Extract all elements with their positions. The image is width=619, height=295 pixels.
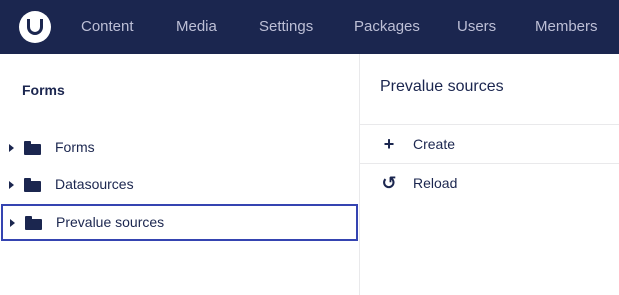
actions-menu-title: Prevalue sources: [380, 78, 504, 95]
expand-caret-icon[interactable]: [9, 143, 14, 152]
create-action[interactable]: + Create: [360, 125, 619, 163]
tree-item-label: Forms: [55, 139, 95, 155]
tree-root-title[interactable]: Forms: [22, 82, 65, 98]
nav-item-settings[interactable]: Settings: [259, 0, 313, 54]
top-navigation-bar: Content Media Settings Packages Users Me…: [0, 0, 619, 54]
plus-icon: +: [383, 134, 395, 154]
nav-item-users[interactable]: Users: [457, 0, 496, 54]
tree-item-forms[interactable]: Forms: [0, 129, 360, 166]
nav-item-packages[interactable]: Packages: [354, 0, 420, 54]
umbraco-logo-icon[interactable]: [19, 11, 51, 43]
tree-item-prevalue-sources[interactable]: Prevalue sources: [1, 204, 358, 241]
tree-item-label: Datasources: [55, 176, 134, 192]
nav-item-content[interactable]: Content: [81, 0, 134, 54]
nav-item-media[interactable]: Media: [176, 0, 217, 54]
expand-caret-icon[interactable]: [9, 180, 14, 189]
nav-item-members[interactable]: Members: [535, 0, 598, 54]
folder-icon: [24, 140, 41, 155]
folder-icon: [24, 177, 41, 192]
actions-menu: Prevalue sources + Create ↺ Reload: [360, 54, 619, 295]
section-tree: Forms Forms Datasources Prevalue sources: [0, 54, 360, 295]
reload-icon: ↺: [381, 173, 397, 193]
tree-item-datasources[interactable]: Datasources: [0, 166, 360, 203]
action-label: Create: [413, 136, 456, 152]
expand-caret-icon[interactable]: [10, 218, 15, 227]
reload-action[interactable]: ↺ Reload: [360, 164, 619, 202]
folder-icon: [25, 215, 42, 230]
action-label: Reload: [413, 175, 458, 191]
tree-item-label: Prevalue sources: [56, 214, 165, 230]
